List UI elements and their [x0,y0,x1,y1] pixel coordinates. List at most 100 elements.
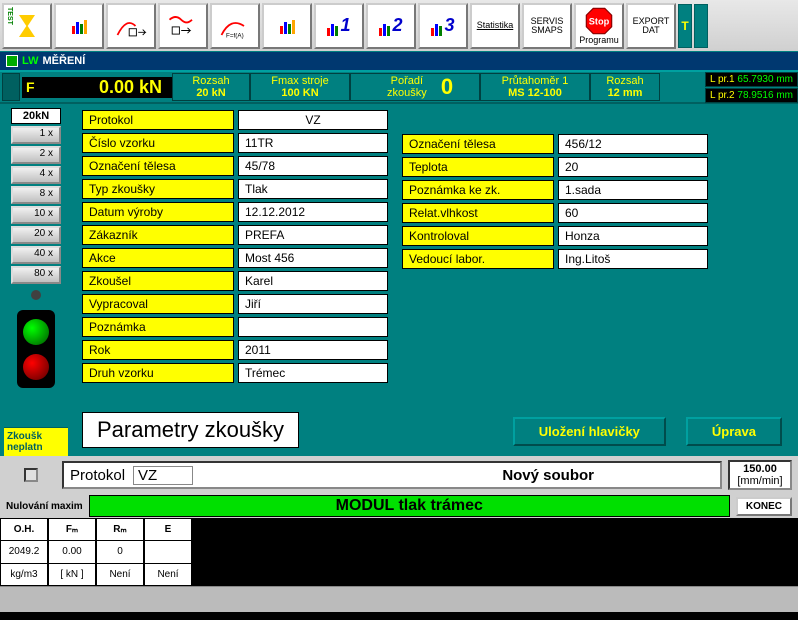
field-value[interactable]: 20 [558,157,708,177]
toolbar-fx-chart[interactable]: F=f(A) [210,3,260,49]
nulovani-maxim[interactable]: Nulování maxim [6,501,83,512]
toolbar-chart-box-arrow[interactable] [158,3,208,49]
toolbar-indicator-t: T [678,4,692,48]
mult-10x[interactable]: 10 x [11,206,61,224]
status-rozsah2: Rozsah12 mm [590,73,660,101]
field-label: Kontroloval [402,226,554,246]
save-header-button[interactable]: Uložení hlavičky [513,417,666,446]
status-prutahomer: Průtahoměr 1MS 12-100 [480,73,590,101]
status-rozsah: Rozsah20 kN [172,73,250,101]
form-row: Číslo vzorku11TR [82,133,388,153]
field-value[interactable]: 2011 [238,340,388,360]
toolbar-chart-5[interactable] [262,3,312,49]
field-label: Datum výroby [82,202,234,222]
field-value[interactable]: 456/12 [558,134,708,154]
status-handle [2,73,20,101]
status-poradi: Pořadí zkoušky 0 [350,73,480,101]
dot-indicator [31,290,41,300]
field-label: Rok [82,340,234,360]
toolbar-export[interactable]: EXPORT DAT [626,3,676,49]
titlebar-icon [6,55,18,67]
field-label: Poznámka [82,317,234,337]
modul-label: MODUL tlak trámec [89,495,730,517]
protokol-box: Protokol VZ Nový soubor [62,461,722,489]
status-fmax: Fmax stroje100 KN [250,73,350,101]
checkbox-indicator[interactable] [24,468,38,482]
toolbar-chart-arrow[interactable] [106,3,156,49]
field-label: Zákazník [82,225,234,245]
toolbar-chart-num-2[interactable]: 2 [366,3,416,49]
toolbar-chart-num-1[interactable]: 1 [314,3,364,49]
footer [0,586,798,612]
toolbar-chart-num-3[interactable]: 3 [418,3,468,49]
field-value[interactable]: Most 456 [238,248,388,268]
field-label: Typ zkoušky [82,179,234,199]
scale-label: 20kN [11,108,61,124]
field-value[interactable]: Tlak [238,179,388,199]
field-label: Poznámka ke zk. [402,180,554,200]
window-titlebar: LW MĚŘENÍ [0,52,798,70]
lpr2: L pr.2 78.9516 mm [705,88,798,103]
form-area: ProtokolVZČíslo vzorku11TROznačení těles… [72,104,798,456]
lower-strip: Protokol VZ Nový soubor 150.00 [mm/min] [0,456,798,494]
edit-button[interactable]: Úprava [686,417,782,446]
toolbar-statistika[interactable]: Statistika [470,3,520,49]
field-value[interactable]: 11TR [238,133,388,153]
field-value[interactable]: PREFA [238,225,388,245]
zkousk-neplatn[interactable]: Zkoušk neplatn [4,427,68,456]
field-value[interactable]: 12.12.2012 [238,202,388,222]
form-col-right: Označení tělesa456/12Teplota20Poznámka k… [402,134,708,383]
data-col-fm: Fₘ0.00[ kN ] [48,518,96,586]
data-strip: O.H.2049.2kg/m3 Fₘ0.00[ kN ] Rₘ0Není ENe… [0,518,798,586]
mult-4x[interactable]: 4 x [11,166,61,184]
mult-8x[interactable]: 8 x [11,186,61,204]
field-value[interactable]: Jiří [238,294,388,314]
mult-2x[interactable]: 2 x [11,146,61,164]
status-bar: F 0.00 kN Rozsah20 kN Fmax stroje100 KN … [0,70,798,104]
form-row: Rok2011 [82,340,388,360]
main-area: 20kN 1 x 2 x 4 x 8 x 10 x 20 x 40 x 80 x… [0,104,798,456]
toolbar-indicator-blank [694,4,708,48]
mult-80x[interactable]: 80 x [11,266,61,284]
test-button[interactable]: TEST [2,3,52,49]
mult-40x[interactable]: 40 x [11,246,61,264]
field-label: Protokol [82,110,234,130]
form-row: Označení tělesa45/78 [82,156,388,176]
form-row: AkceMost 456 [82,248,388,268]
field-value[interactable]: Ing.Litoš [558,249,708,269]
data-col-oh: O.H.2049.2kg/m3 [0,518,48,586]
field-label: Druh vzorku [82,363,234,383]
form-row: Typ zkouškyTlak [82,179,388,199]
konec-button[interactable]: KONEC [736,497,792,516]
field-value[interactable]: 60 [558,203,708,223]
form-row: KontrolovalHonza [402,226,708,246]
field-value[interactable]: Karel [238,271,388,291]
greenbar-row: Nulování maxim MODUL tlak trámec KONEC [0,494,798,518]
form-row: Poznámka ke zk.1.sada [402,180,708,200]
protokol-value[interactable]: VZ [133,466,193,485]
form-row: Druh vzorkuTrémec [82,363,388,383]
toolbar-stop[interactable]: Stop Programu [574,3,624,49]
toolbar-servis[interactable]: SERVIS SMAPS [522,3,572,49]
window-title: MĚŘENÍ [43,55,86,67]
green-light [23,319,49,345]
mult-20x[interactable]: 20 x [11,226,61,244]
form-row: VypracovalJiří [82,294,388,314]
field-value[interactable]: Trémec [238,363,388,383]
force-display: F 0.00 kN [22,77,172,98]
form-col-left: ProtokolVZČíslo vzorku11TROznačení těles… [82,110,388,383]
field-value[interactable]: 1.sada [558,180,708,200]
field-value[interactable]: 45/78 [238,156,388,176]
form-row: Označení tělesa456/12 [402,134,708,154]
form-row: Poznámka [82,317,388,337]
form-row: ZkoušelKarel [82,271,388,291]
speed-display: 150.00 [mm/min] [728,460,792,490]
svg-text:Stop: Stop [589,16,610,26]
form-row: Vedoucí labor.Ing.Litoš [402,249,708,269]
field-value[interactable]: VZ [238,110,388,130]
field-value[interactable]: Honza [558,226,708,246]
mult-1x[interactable]: 1 x [11,126,61,144]
field-label: Číslo vzorku [82,133,234,153]
toolbar-chart-1[interactable] [54,3,104,49]
field-value[interactable] [238,317,388,337]
